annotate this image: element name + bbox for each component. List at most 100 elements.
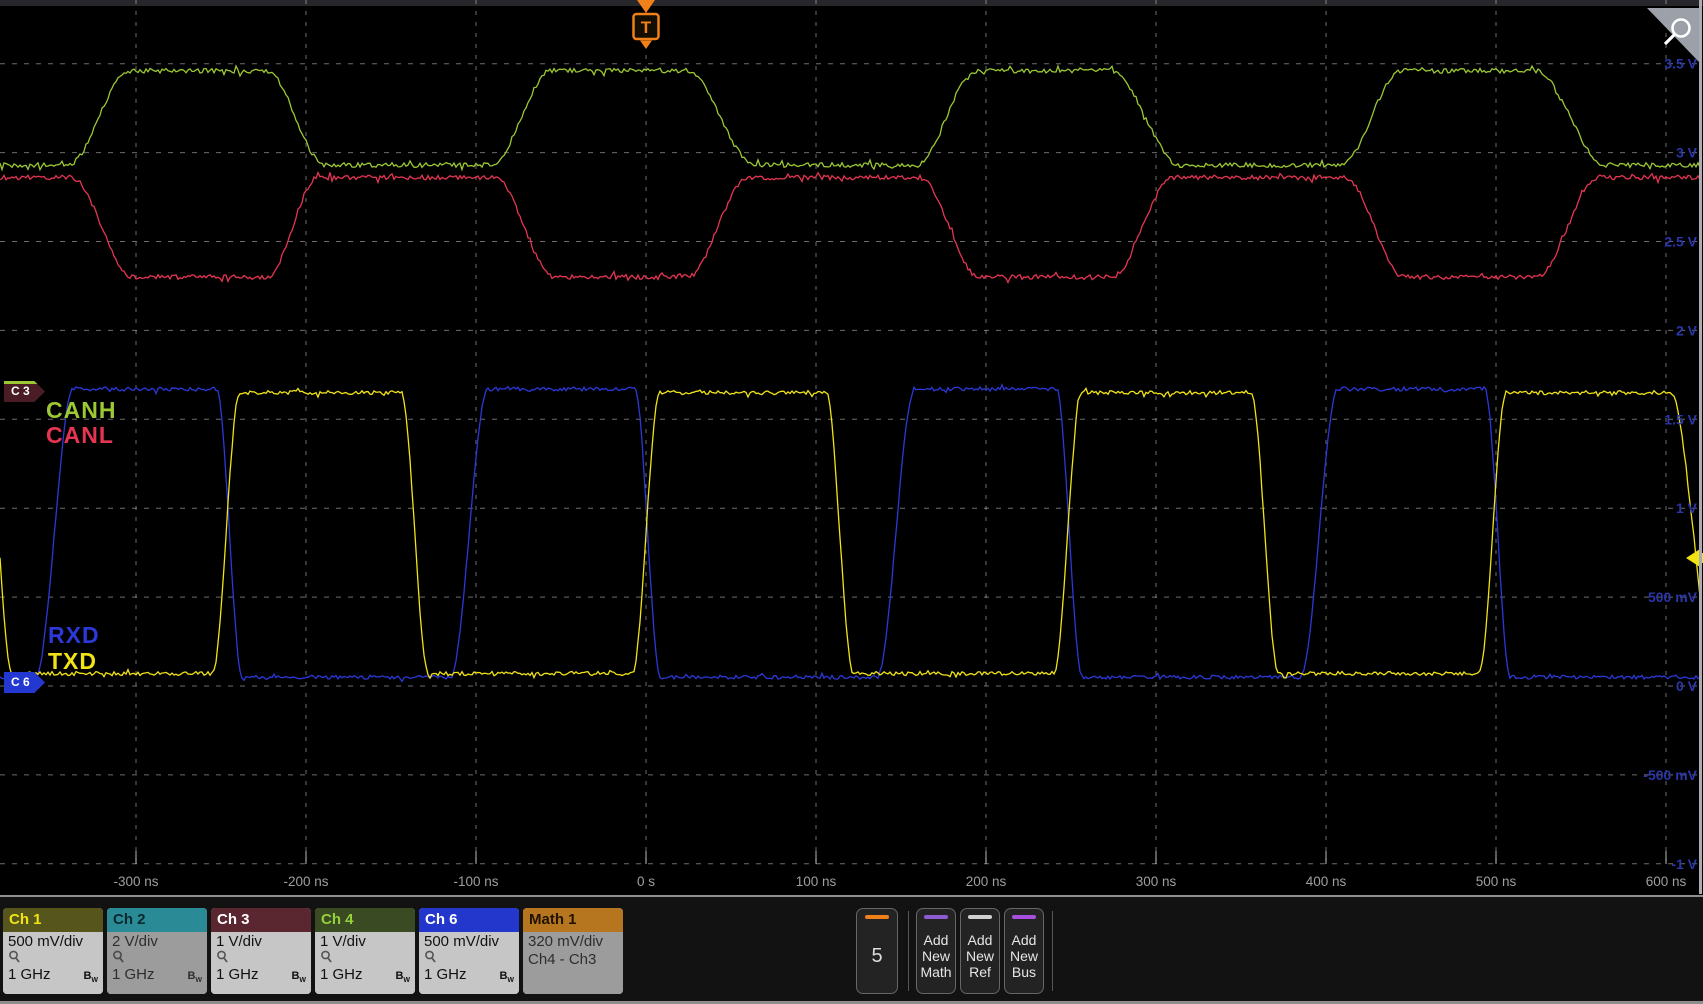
ch1-scale: 500 mV/div xyxy=(3,932,103,950)
add-new-math-button[interactable]: Add New Math xyxy=(916,908,956,994)
y-axis-label: 1 V xyxy=(1676,500,1698,516)
x-axis-label: 300 ns xyxy=(1136,874,1177,889)
x-axis-labels: -300 ns -200 ns -100 ns 0 s 100 ns 200 ns 300 … xyxy=(113,874,1686,889)
ch2-body: 2 V/div 1 GHz BW xyxy=(107,932,207,994)
separator xyxy=(908,911,909,991)
x-axis-label: 200 ns xyxy=(966,874,1007,889)
bottom-settings-bar: Ch 1 500 mV/div 1 GHz BW Ch 2 2 V/div xyxy=(0,895,1703,1004)
ch2-bandwidth: 1 GHz xyxy=(112,966,155,983)
trigger-marker-letter: T xyxy=(641,18,652,37)
trigger-position-marker[interactable]: T xyxy=(634,0,659,49)
label-line: New xyxy=(922,948,950,964)
math1-header: Math 1 xyxy=(523,908,623,932)
trace-label-rxd: RXD xyxy=(48,623,100,647)
ch3-scale: 1 V/div xyxy=(211,932,311,950)
y-axis-label: -500 mV xyxy=(1643,767,1697,783)
label-line: Add xyxy=(1012,932,1037,948)
trace-label-canl: CANL xyxy=(46,423,114,447)
ch4-scale: 1 V/div xyxy=(315,932,415,950)
magnifier-handle xyxy=(1665,35,1675,45)
math1-body: 320 mV/div Ch4 - Ch3 xyxy=(523,932,623,994)
separator xyxy=(1052,911,1053,991)
channel-badge-ch3[interactable]: Ch 3 1 V/div 1 GHz BW xyxy=(211,908,311,994)
probe-icon xyxy=(320,950,333,964)
math-badge-math1[interactable]: Math 1 320 mV/div Ch4 - Ch3 xyxy=(523,908,623,994)
channel-badge-ch6[interactable]: Ch 6 500 mV/div 1 GHz BW xyxy=(419,908,519,994)
ch6-header: Ch 6 xyxy=(419,908,519,932)
ch5-button-label: 5 xyxy=(871,919,882,993)
ch1-bw-row: 1 GHz BW xyxy=(3,966,103,984)
y-axis-label: -1 V xyxy=(1671,856,1697,872)
channel-badge-ch2[interactable]: Ch 2 2 V/div 1 GHz BW xyxy=(107,908,207,994)
channel-badge-ch4[interactable]: Ch 4 1 V/div 1 GHz BW xyxy=(315,908,415,994)
ch1-header: Ch 1 xyxy=(3,908,103,932)
ch6-bw-row: 1 GHz BW xyxy=(419,966,519,984)
channel-badge-ch1[interactable]: Ch 1 500 mV/div 1 GHz BW xyxy=(3,908,103,994)
ch4-body: 1 V/div 1 GHz BW xyxy=(315,932,415,994)
ch2-bw-row: 1 GHz BW xyxy=(107,966,207,984)
bandwidth-limit-icon: BW xyxy=(499,970,514,984)
trigger-arrow-down-icon xyxy=(637,0,655,13)
probe-icon xyxy=(8,950,21,964)
c3-handle-label: C 3 xyxy=(11,384,30,398)
bandwidth-limit-icon: BW xyxy=(395,970,410,984)
trigger-level-arrow[interactable] xyxy=(1686,549,1700,567)
screen-right-bezel xyxy=(1699,0,1702,894)
ch6-bandwidth: 1 GHz xyxy=(424,966,467,983)
ch3-probe-row xyxy=(211,950,311,966)
ch1-bandwidth: 1 GHz xyxy=(8,966,51,983)
x-axis-label: 100 ns xyxy=(796,874,837,889)
label-line: New xyxy=(966,948,994,964)
ch4-bandwidth: 1 GHz xyxy=(320,966,363,983)
y-axis-label: 3 V xyxy=(1676,145,1698,161)
probe-icon xyxy=(424,950,437,964)
ch4-probe-row xyxy=(315,950,415,966)
add-new-bus-button[interactable]: Add New Bus xyxy=(1004,908,1044,994)
trace-canh xyxy=(0,66,1700,170)
ch6-probe-row xyxy=(419,950,519,966)
add-new-math-label: Add New Math xyxy=(920,919,951,993)
bandwidth-limit-icon: BW xyxy=(291,970,306,984)
x-axis-label: -300 ns xyxy=(113,874,158,889)
x-axis-label: 600 ns xyxy=(1646,874,1687,889)
bandwidth-limit-icon: BW xyxy=(83,970,98,984)
x-axis-label: -100 ns xyxy=(453,874,498,889)
ch4-bw-row: 1 GHz BW xyxy=(315,966,415,984)
y-axis-label: 2 V xyxy=(1676,322,1698,338)
x-axis-label: 500 ns xyxy=(1476,874,1517,889)
add-new-ref-button[interactable]: Add New Ref xyxy=(960,908,1000,994)
math1-scale: 320 mV/div xyxy=(523,932,623,950)
label-line: Add xyxy=(924,932,949,948)
ch3-body: 1 V/div 1 GHz BW xyxy=(211,932,311,994)
trace-rxd xyxy=(0,385,1700,682)
c6-handle-label: C 6 xyxy=(11,675,30,689)
y-axis-label: 2.5 V xyxy=(1664,234,1697,250)
graticule xyxy=(0,0,1700,864)
ch3-bw-row: 1 GHz BW xyxy=(211,966,311,984)
label-line: Ref xyxy=(969,964,991,980)
probe-icon xyxy=(216,950,229,964)
oscilloscope-screen: -300 ns -200 ns -100 ns 0 s 100 ns 200 ns 300 … xyxy=(0,0,1703,1004)
trace-label-canh: CANH xyxy=(46,398,116,422)
ch6-scale: 500 mV/div xyxy=(419,932,519,950)
add-new-ref-label: Add New Ref xyxy=(966,919,994,993)
y-axis-label: 1.5 V xyxy=(1664,411,1697,427)
ch4-header: Ch 4 xyxy=(315,908,415,932)
trace-txd xyxy=(0,388,1700,678)
channel-button-ch5[interactable]: 5 xyxy=(856,908,898,994)
waveform-display[interactable]: -300 ns -200 ns -100 ns 0 s 100 ns 200 ns 300 … xyxy=(0,0,1703,894)
trace-label-txd: TXD xyxy=(48,649,97,673)
bandwidth-limit-icon: BW xyxy=(187,970,202,984)
x-axis-label: 400 ns xyxy=(1306,874,1347,889)
math1-source: Ch4 - Ch3 xyxy=(523,950,623,968)
x-axis-label: 0 s xyxy=(637,874,655,889)
add-new-bus-label: Add New Bus xyxy=(1010,919,1038,993)
trace-canl xyxy=(0,172,1700,282)
zoom-corner-control[interactable] xyxy=(1643,8,1699,66)
ch1-body: 500 mV/div 1 GHz BW xyxy=(3,932,103,994)
ch3-header: Ch 3 xyxy=(211,908,311,932)
ch1-probe-row xyxy=(3,950,103,966)
y-axis-label: 500 mV xyxy=(1648,589,1698,605)
x-axis-label: -200 ns xyxy=(283,874,328,889)
ch3-bandwidth: 1 GHz xyxy=(216,966,259,983)
